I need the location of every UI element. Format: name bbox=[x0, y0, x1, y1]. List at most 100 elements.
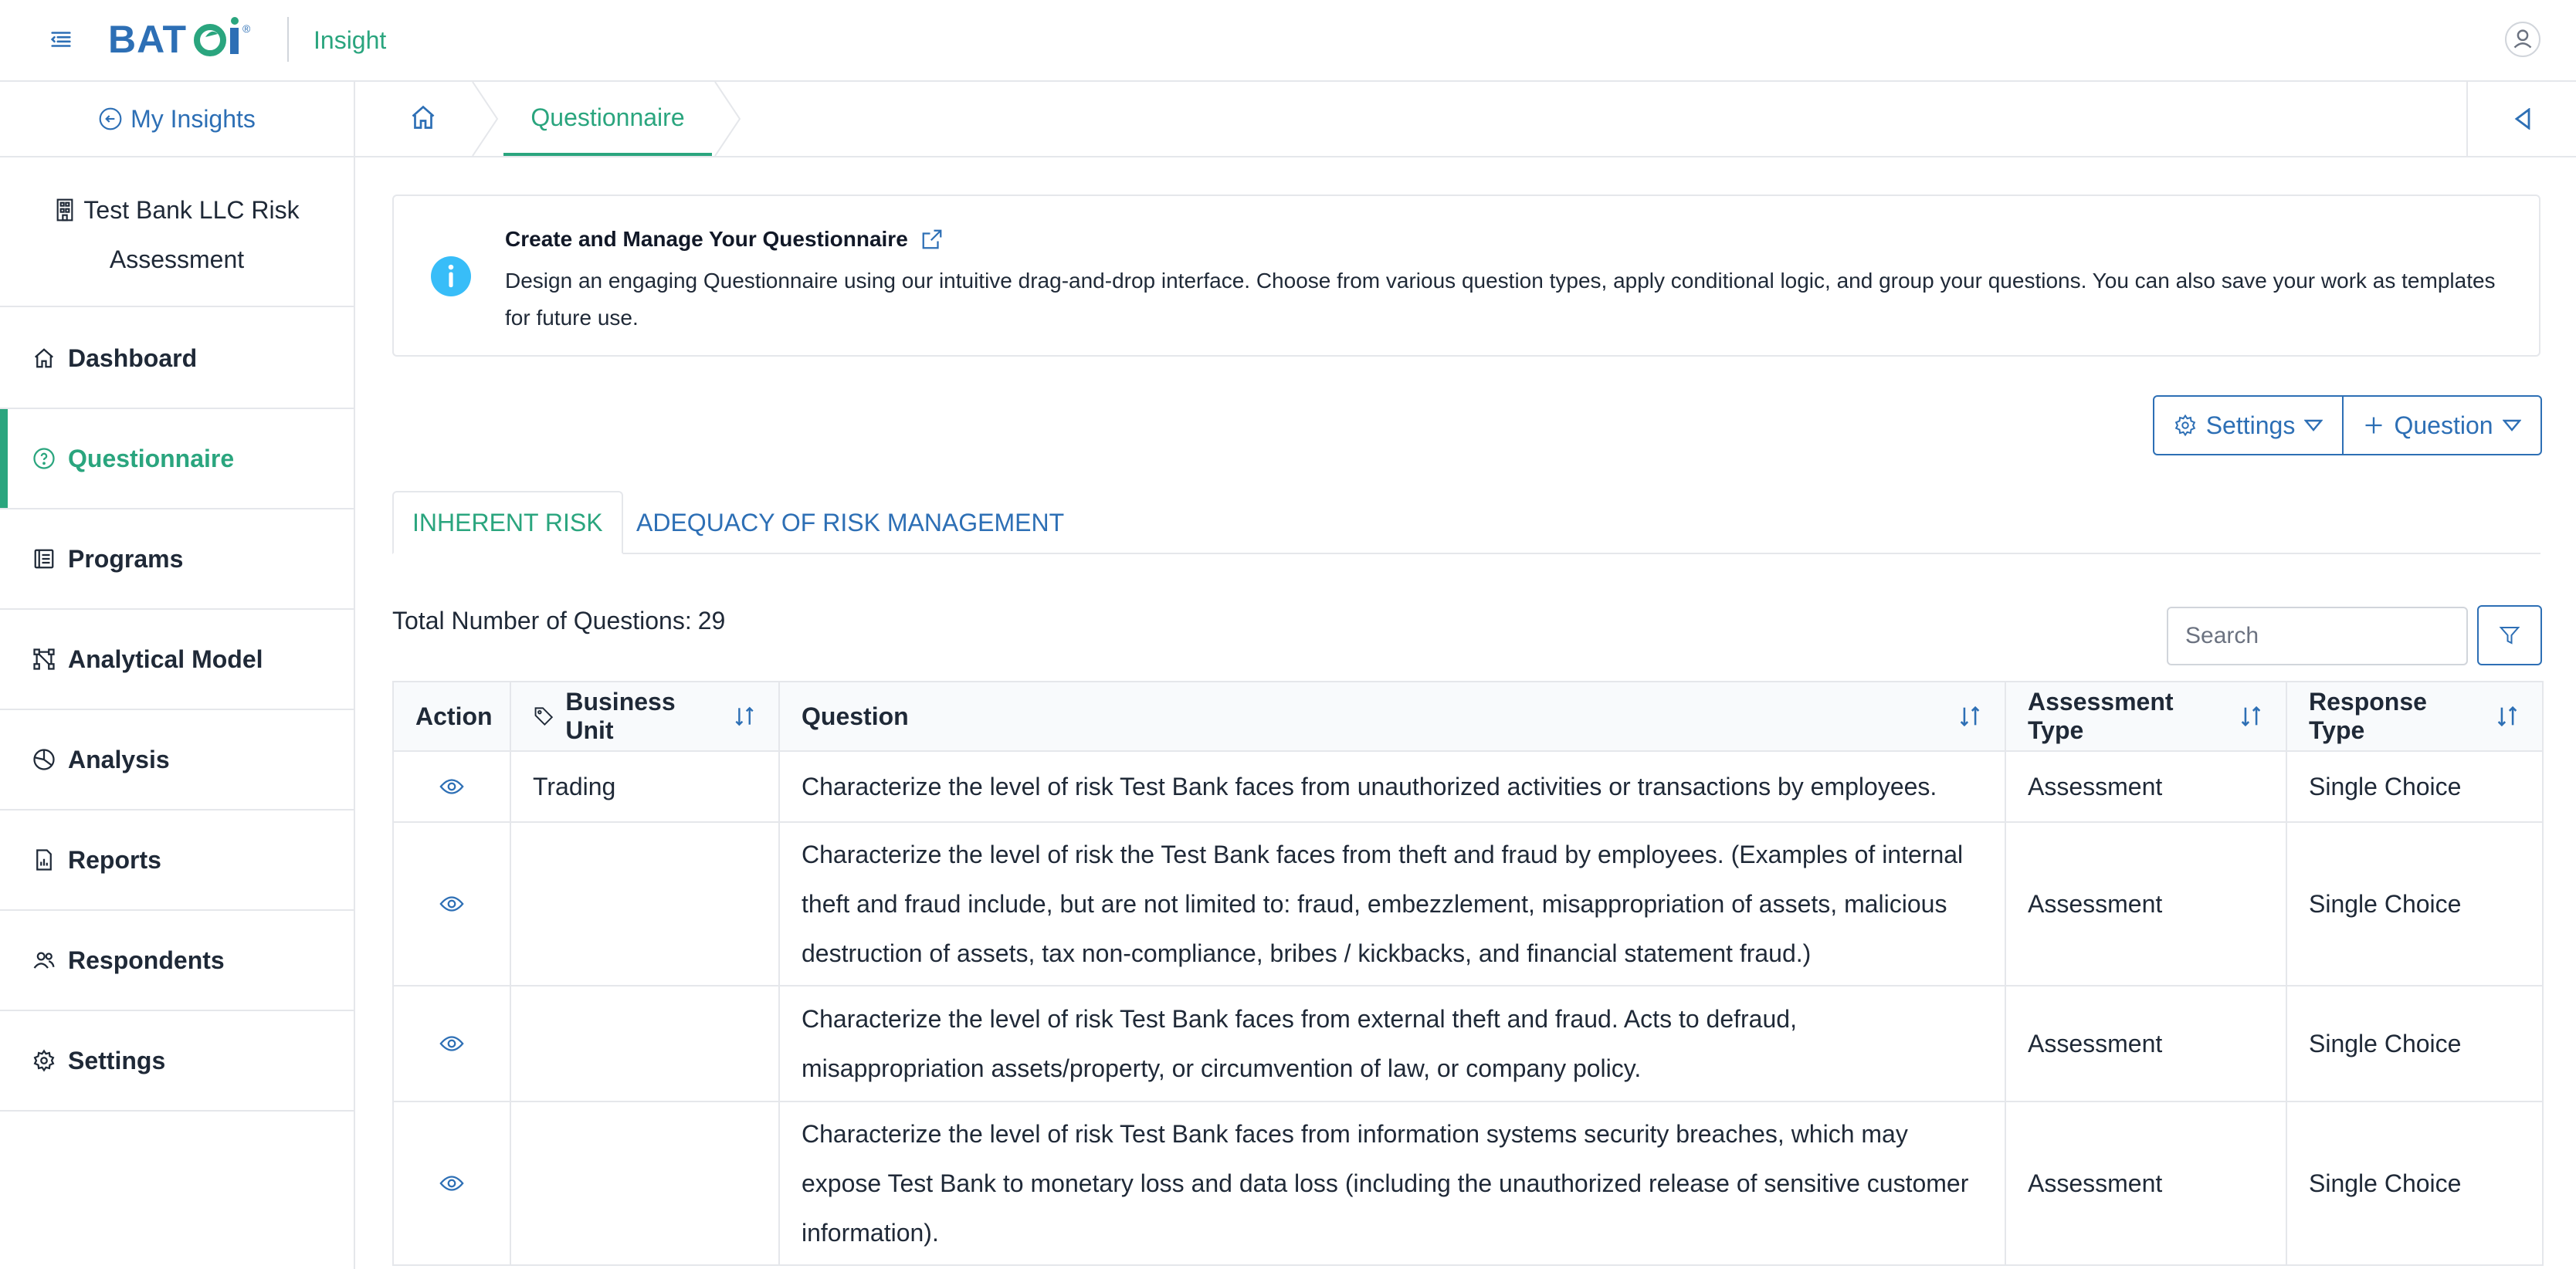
column-header-label: Response Type bbox=[2309, 688, 2427, 744]
sort-icon[interactable] bbox=[732, 703, 757, 729]
table-row: Characterize the level of risk Test Bank… bbox=[392, 985, 2544, 1102]
filter-button[interactable] bbox=[2477, 605, 2542, 665]
breadcrumb-separator bbox=[712, 82, 743, 156]
caret-left-icon bbox=[2514, 108, 2530, 130]
user-icon bbox=[2513, 29, 2532, 49]
question-cell: Characterize the level of risk Test Bank… bbox=[778, 1101, 2006, 1266]
tab-adequacy-of-risk-management[interactable]: ADEQUACY OF RISK MANAGEMENT bbox=[618, 491, 1083, 554]
sidebar-item-analytical-model[interactable]: Analytical Model bbox=[0, 610, 354, 710]
action-button-group: Settings Question bbox=[2153, 395, 2542, 455]
pie-chart-icon bbox=[33, 749, 55, 770]
response-type-cell: Single Choice bbox=[2286, 750, 2544, 823]
sidebar-item-analysis[interactable]: Analysis bbox=[0, 710, 354, 810]
assessment-type-cell: Assessment bbox=[2005, 750, 2287, 823]
info-banner: Create and Manage Your Questionnaire Des… bbox=[392, 195, 2540, 357]
table-row: Characterize the level of risk the Test … bbox=[392, 821, 2544, 986]
table-row: Trading Characterize the level of risk T… bbox=[392, 750, 2544, 823]
list-icon bbox=[34, 549, 54, 569]
column-header-action: Action bbox=[392, 681, 511, 752]
total-questions-value: 29 bbox=[697, 607, 726, 634]
sidebar: My Insights Test Bank LLC Risk Assessmen… bbox=[0, 82, 355, 1269]
sidebar-item-label: Respondents bbox=[68, 946, 225, 974]
svg-text:®: ® bbox=[242, 22, 251, 35]
gear-icon bbox=[33, 1049, 55, 1072]
menu-toggle-icon[interactable] bbox=[48, 26, 74, 52]
external-link-icon[interactable] bbox=[920, 228, 944, 251]
assessment-type-cell: Assessment bbox=[2005, 821, 2287, 986]
add-question-dropdown-button[interactable]: Question bbox=[2344, 397, 2540, 454]
assessment-type-cell: Assessment bbox=[2005, 1101, 2287, 1266]
breadcrumb-current[interactable]: Questionnaire bbox=[503, 82, 712, 156]
settings-dropdown-button[interactable]: Settings bbox=[2154, 397, 2344, 454]
sidebar-item-label: Questionnaire bbox=[68, 444, 235, 472]
sort-icon[interactable] bbox=[2238, 703, 2264, 729]
action-cell bbox=[392, 985, 511, 1102]
settings-button-label: Settings bbox=[2205, 411, 2296, 439]
info-description: Design an engaging Questionnaire using o… bbox=[505, 269, 2496, 330]
action-cell bbox=[392, 750, 511, 823]
view-eye-icon[interactable] bbox=[439, 773, 465, 800]
my-insights-label: My Insights bbox=[130, 104, 256, 133]
sidebar-item-label: Reports bbox=[68, 845, 161, 874]
view-eye-icon[interactable] bbox=[439, 1030, 465, 1057]
sidebar-item-label: Analytical Model bbox=[68, 645, 263, 673]
svg-text:BAT: BAT bbox=[108, 18, 187, 61]
sidebar-item-label: Programs bbox=[68, 544, 184, 573]
column-header-assessment-type[interactable]: Assessment Type bbox=[2005, 681, 2287, 752]
caret-down-icon bbox=[2304, 419, 2323, 431]
sidebar-item-reports[interactable]: Reports bbox=[0, 810, 354, 911]
sidebar-item-respondents[interactable]: Respondents bbox=[0, 911, 354, 1011]
caret-down-icon bbox=[2502, 419, 2521, 431]
search-input[interactable] bbox=[2167, 607, 2468, 665]
assessment-type-cell: Assessment bbox=[2005, 985, 2287, 1102]
tab-inherent-risk[interactable]: INHERENT RISK bbox=[392, 491, 623, 554]
column-header-label: Business Unit bbox=[565, 688, 676, 744]
sidebar-item-programs[interactable]: Programs bbox=[0, 509, 354, 610]
action-cell bbox=[392, 821, 511, 986]
info-icon bbox=[431, 256, 471, 296]
response-type-cell: Single Choice bbox=[2286, 985, 2544, 1102]
project-name-line1: Test Bank LLC Risk bbox=[83, 196, 300, 224]
top-bar: BAT ® Insight bbox=[0, 0, 2576, 82]
my-insights-link[interactable]: My Insights bbox=[0, 82, 354, 157]
user-avatar-button[interactable] bbox=[2505, 22, 2540, 57]
table-row: Characterize the level of risk Test Bank… bbox=[392, 1101, 2544, 1266]
column-header-label: Assessment Type bbox=[2028, 688, 2174, 744]
column-header-question[interactable]: Question bbox=[778, 681, 2006, 752]
business-unit-cell: Trading bbox=[510, 750, 780, 823]
sort-icon[interactable] bbox=[1957, 703, 1983, 729]
questions-table: Action Business Unit Question Assessment… bbox=[392, 681, 2544, 1266]
sidebar-item-label: Settings bbox=[68, 1046, 166, 1074]
sidebar-item-questionnaire[interactable]: Questionnaire bbox=[0, 409, 354, 509]
view-eye-icon[interactable] bbox=[439, 891, 465, 917]
building-icon bbox=[56, 198, 73, 222]
logo-divider bbox=[287, 17, 289, 62]
info-title-text: Create and Manage Your Questionnaire bbox=[505, 227, 908, 251]
view-eye-icon[interactable] bbox=[439, 1170, 465, 1196]
breadcrumb: Questionnaire bbox=[355, 82, 2576, 157]
total-questions: Total Number of Questions: 29 bbox=[392, 607, 725, 635]
business-unit-cell bbox=[510, 821, 780, 986]
response-type-cell: Single Choice bbox=[2286, 821, 2544, 986]
question-circle-icon bbox=[33, 448, 55, 469]
column-header-business-unit[interactable]: Business Unit bbox=[510, 681, 780, 752]
model-icon bbox=[33, 648, 55, 670]
breadcrumb-separator bbox=[469, 82, 500, 156]
breadcrumb-home-icon[interactable] bbox=[409, 103, 437, 131]
filter-icon bbox=[2499, 627, 2520, 645]
sidebar-item-dashboard[interactable]: Dashboard bbox=[0, 309, 354, 409]
batoi-logo[interactable]: BAT ® bbox=[108, 17, 263, 62]
column-header-label: Question bbox=[802, 702, 909, 730]
sidebar-item-label: Dashboard bbox=[68, 343, 198, 372]
collapse-panel-button[interactable] bbox=[2466, 82, 2576, 156]
question-cell: Characterize the level of risk Test Bank… bbox=[778, 750, 2006, 823]
business-unit-cell bbox=[510, 1101, 780, 1266]
sort-icon[interactable] bbox=[2494, 703, 2520, 729]
sidebar-item-settings[interactable]: Settings bbox=[0, 1011, 354, 1112]
total-questions-label: Total Number of Questions: bbox=[392, 607, 692, 634]
home-icon bbox=[35, 348, 53, 368]
column-header-response-type[interactable]: Response Type bbox=[2286, 681, 2544, 752]
project-title: Test Bank LLC Risk Assessment bbox=[0, 157, 354, 307]
question-cell: Characterize the level of risk the Test … bbox=[778, 821, 2006, 986]
users-icon bbox=[33, 952, 55, 969]
